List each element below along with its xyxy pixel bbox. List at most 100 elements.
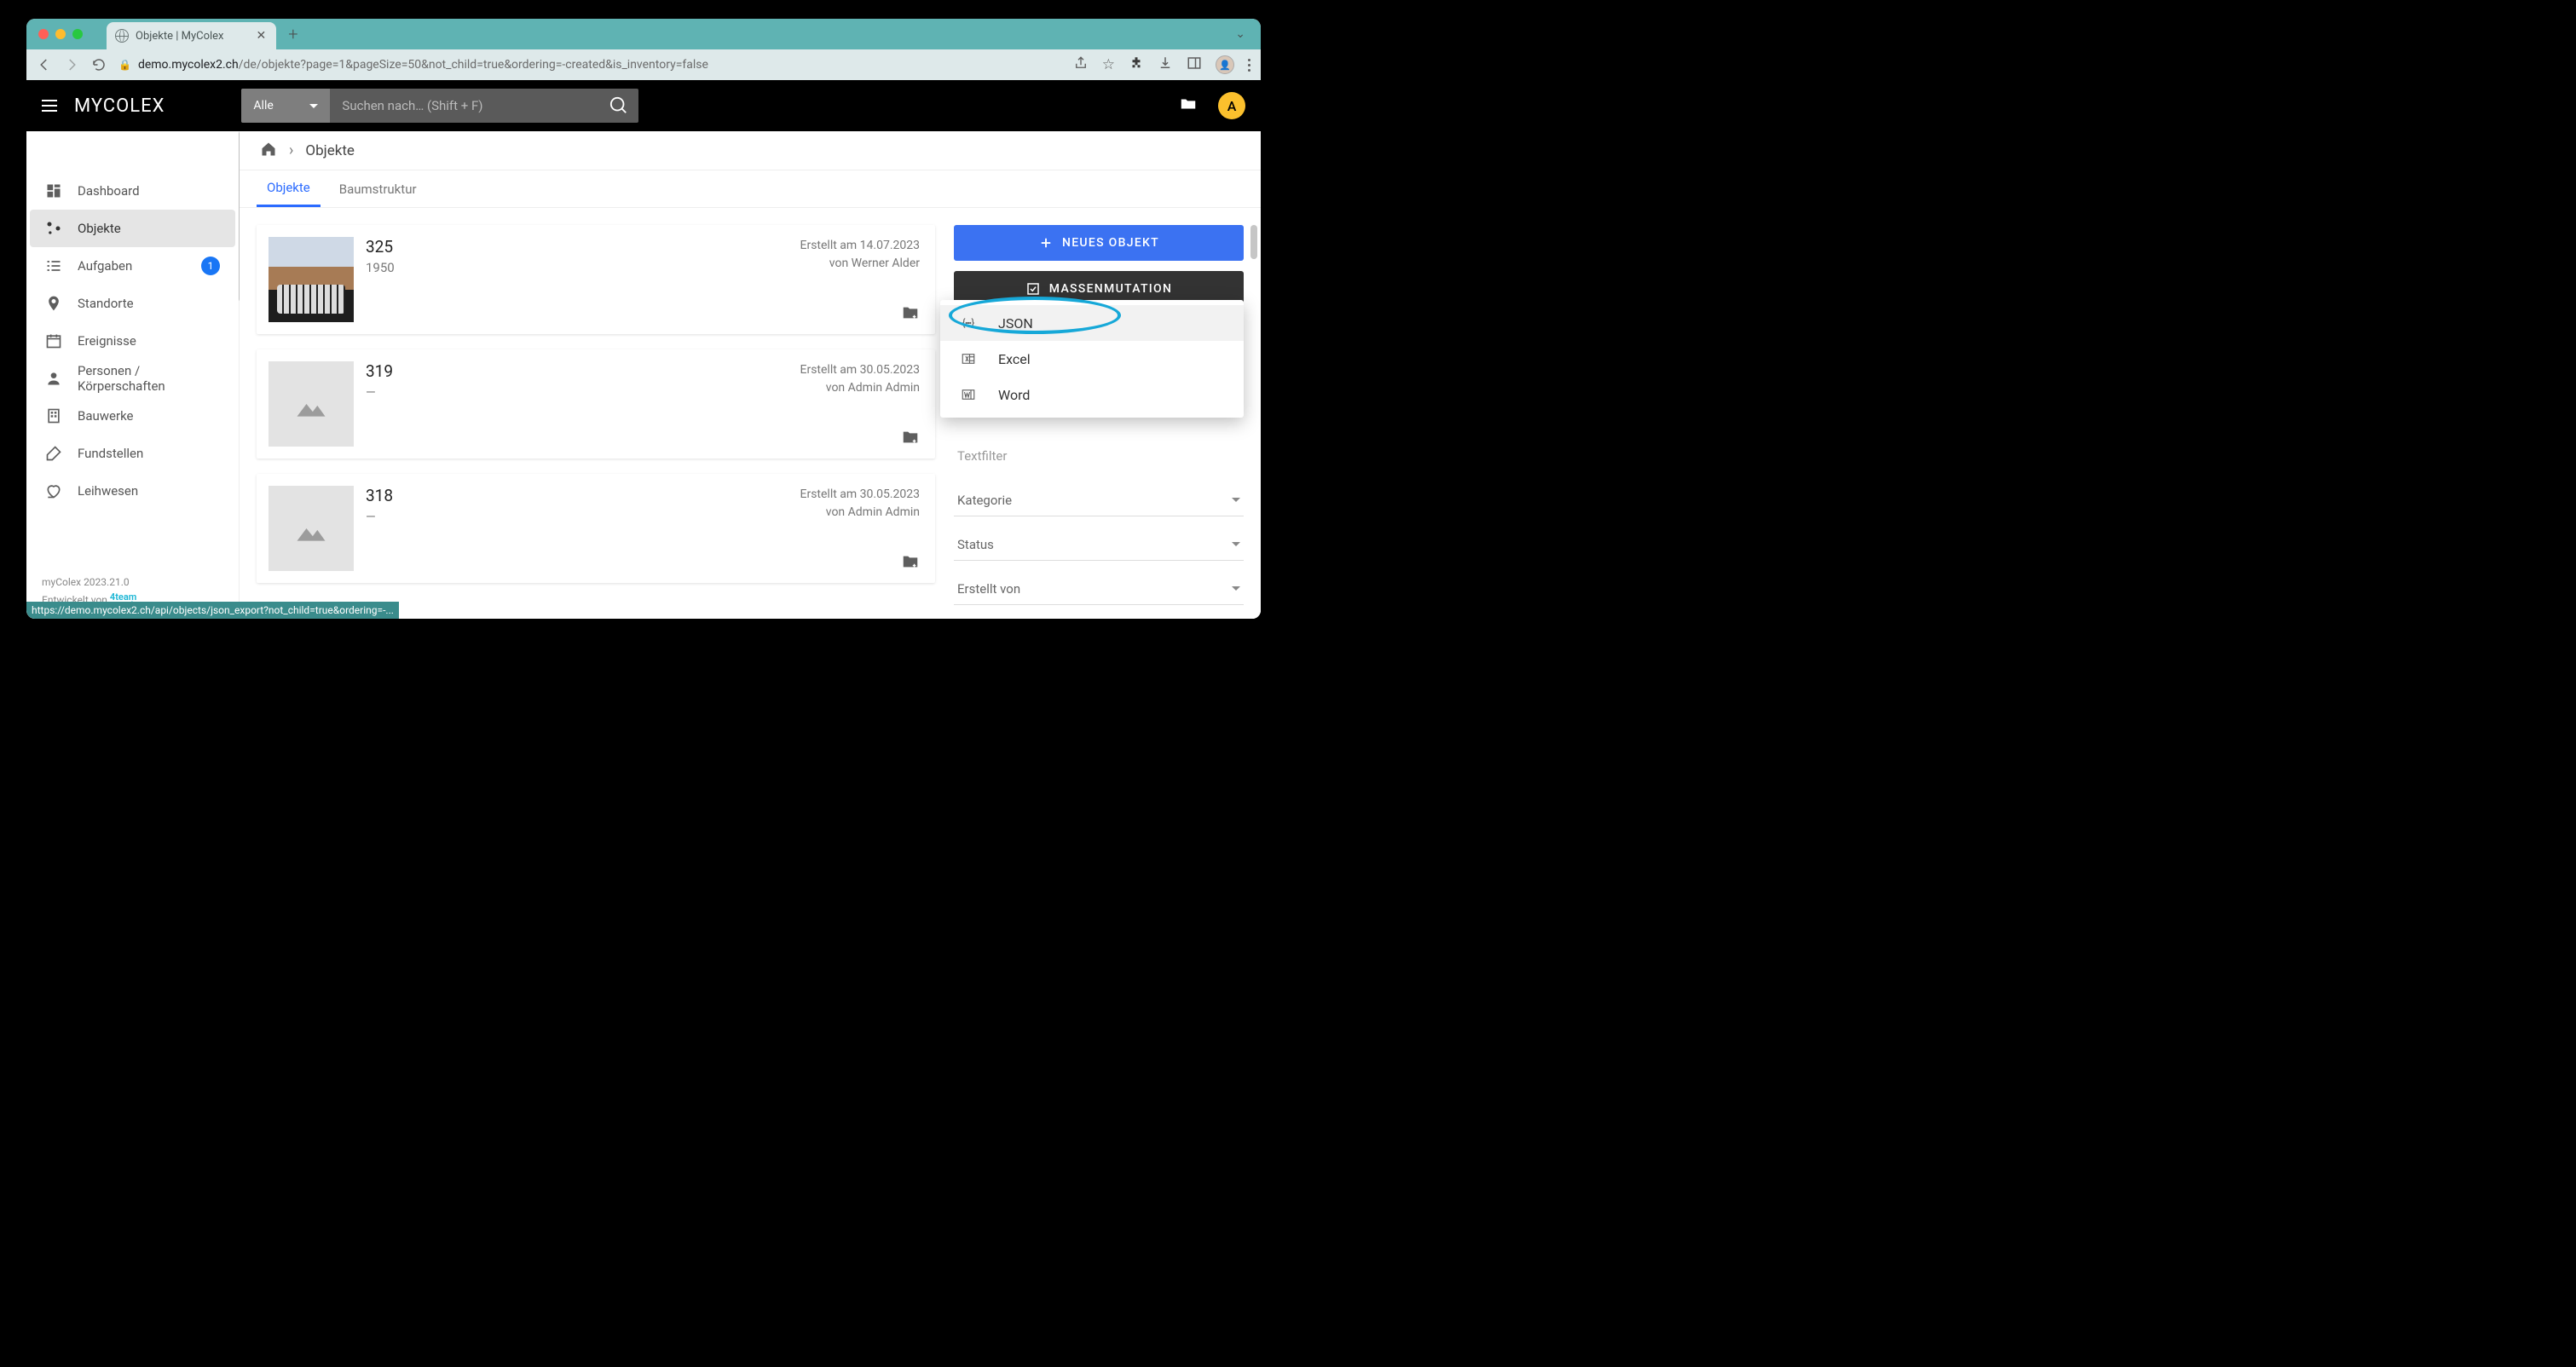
home-icon[interactable] — [260, 141, 277, 161]
share-icon[interactable] — [1073, 55, 1089, 74]
sidebar-item-standorte[interactable]: Standorte — [30, 285, 235, 322]
main-content: › Objekte Objekte Baumstruktur 325 1950 — [240, 131, 1261, 619]
sidebar-item-fundstellen[interactable]: Fundstellen — [30, 435, 235, 472]
tabs-expand-icon[interactable]: ⌄ — [1235, 27, 1245, 41]
downloads-icon[interactable] — [1158, 55, 1173, 74]
new-tab-button[interactable]: + — [288, 24, 297, 44]
tab-baumstruktur[interactable]: Baumstruktur — [329, 170, 427, 207]
search-button[interactable] — [599, 89, 638, 123]
object-author: von Admin Admin — [800, 504, 921, 522]
url-path: /de/objekte?page=1&pageSize=50&not_child… — [239, 58, 708, 72]
side-panel: NEUES OBJEKT MASSENMUTATION JSON — [954, 225, 1244, 619]
window-close-button[interactable] — [38, 29, 49, 39]
sidebar-item-bauwerke[interactable]: Bauwerke — [30, 397, 235, 435]
filter-textfilter[interactable]: Textfilter — [954, 440, 1244, 472]
objects-icon — [45, 220, 62, 237]
filter-kategorie[interactable]: Kategorie — [954, 484, 1244, 516]
tab-objekte[interactable]: Objekte — [257, 170, 321, 207]
sidebar-item-label: Aufgaben — [78, 258, 132, 274]
browser-tab-bar: Objekte | MyColex ✕ + ⌄ — [26, 19, 1261, 49]
export-json[interactable]: JSON — [940, 305, 1244, 341]
tab-close-icon[interactable]: ✕ — [257, 29, 267, 43]
browser-window: Objekte | MyColex ✕ + ⌄ 🔒 demo.mycolex2.… — [26, 19, 1261, 619]
url-field[interactable]: 🔒 demo.mycolex2.ch/de/objekte?page=1&pag… — [118, 58, 1061, 72]
filter-status[interactable]: Status — [954, 528, 1244, 561]
word-icon — [959, 387, 978, 402]
chevron-right-icon: › — [289, 141, 293, 159]
sidebar-item-label: Dashboard — [78, 183, 140, 199]
object-author: von Admin Admin — [800, 379, 921, 397]
add-to-folder-button[interactable] — [901, 303, 920, 326]
filter-erstellt-von[interactable]: Erstellt von — [954, 573, 1244, 605]
object-card[interactable]: 318 — Erstellt am 30.05.2023 von Admin A… — [257, 474, 935, 583]
add-to-folder-button[interactable] — [901, 428, 920, 450]
new-object-button[interactable]: NEUES OBJEKT — [954, 225, 1244, 261]
chevron-down-icon — [1232, 498, 1240, 502]
header-right: A — [1179, 92, 1245, 119]
object-created: Erstellt am 14.07.2023 — [800, 237, 921, 255]
search-input[interactable]: Suchen nach… (Shift + F) — [330, 89, 599, 123]
sidebar-item-ereignisse[interactable]: Ereignisse — [30, 322, 235, 360]
browser-menu-icon[interactable] — [1248, 59, 1250, 72]
json-icon — [959, 315, 978, 331]
add-to-folder-button[interactable] — [901, 552, 920, 574]
bookmark-icon[interactable]: ☆ — [1102, 56, 1115, 73]
sidebar-item-aufgaben[interactable]: Aufgaben 1 — [30, 247, 235, 285]
tab-title: Objekte | MyColex — [136, 30, 224, 43]
object-card[interactable]: 319 — Erstellt am 30.05.2023 von Admin A… — [257, 349, 935, 459]
breadcrumb-current: Objekte — [305, 142, 355, 159]
object-card[interactable]: 325 1950 Erstellt am 14.07.2023 von Wern… — [257, 225, 935, 334]
chevron-down-icon — [309, 104, 318, 108]
window-minimize-button[interactable] — [55, 29, 66, 39]
building-icon — [45, 407, 62, 424]
extensions-icon[interactable] — [1129, 55, 1144, 74]
tasks-icon — [45, 257, 62, 274]
export-word[interactable]: Word — [940, 377, 1244, 412]
object-list: 325 1950 Erstellt am 14.07.2023 von Wern… — [257, 225, 935, 619]
scrollbar[interactable] — [1250, 225, 1257, 259]
sidebar-item-objekte[interactable]: Objekte — [30, 210, 235, 247]
globe-icon — [115, 29, 129, 43]
object-subtitle: 1950 — [366, 260, 788, 275]
dashboard-icon — [45, 182, 62, 199]
brand-logo[interactable]: MYCOLEX — [74, 95, 165, 117]
user-avatar[interactable]: A — [1218, 92, 1245, 119]
object-id: 319 — [366, 361, 788, 381]
profile-avatar-icon[interactable]: 👤 — [1216, 55, 1234, 74]
object-created: Erstellt am 30.05.2023 — [800, 361, 921, 379]
folder-icon[interactable] — [1179, 95, 1198, 117]
nav-reload-button[interactable] — [91, 57, 107, 72]
object-id: 318 — [366, 486, 788, 505]
calendar-icon — [45, 332, 62, 349]
person-icon — [45, 370, 62, 387]
tasks-badge: 1 — [201, 257, 220, 275]
version-text: myColex 2023.21.0 — [42, 574, 223, 592]
export-word-label: Word — [998, 387, 1030, 403]
traffic-lights — [33, 29, 91, 39]
object-created: Erstellt am 30.05.2023 — [800, 486, 921, 504]
search-wrap: Alle Suchen nach… (Shift + F) — [241, 89, 638, 123]
location-icon — [45, 295, 62, 312]
search-filter-dropdown[interactable]: Alle — [241, 89, 330, 123]
export-excel[interactable]: Excel — [940, 341, 1244, 377]
nav-forward-button[interactable] — [64, 57, 79, 72]
sidebar-item-leihwesen[interactable]: Leihwesen — [30, 472, 235, 510]
object-id: 325 — [366, 237, 788, 257]
panel-icon[interactable] — [1187, 55, 1202, 74]
address-bar-actions: ☆ 👤 — [1073, 55, 1250, 74]
hamburger-menu-button[interactable] — [42, 100, 57, 112]
object-subtitle: — — [366, 509, 788, 524]
browser-address-bar: 🔒 demo.mycolex2.ch/de/objekte?page=1&pag… — [26, 49, 1261, 80]
export-json-label: JSON — [998, 315, 1033, 332]
sidebar-item-dashboard[interactable]: Dashboard — [30, 172, 235, 210]
search-filter-label: Alle — [253, 99, 273, 112]
url-host: demo.mycolex2.ch — [138, 58, 239, 72]
chevron-down-icon — [1232, 586, 1240, 591]
object-thumbnail — [269, 237, 354, 322]
sidebar-item-personen[interactable]: Personen / Körperschaften — [30, 360, 235, 397]
object-subtitle: — — [366, 384, 788, 400]
browser-tab[interactable]: Objekte | MyColex ✕ — [107, 22, 276, 49]
sidebar-item-label: Objekte — [78, 221, 121, 236]
window-maximize-button[interactable] — [72, 29, 83, 39]
nav-back-button[interactable] — [37, 57, 52, 72]
